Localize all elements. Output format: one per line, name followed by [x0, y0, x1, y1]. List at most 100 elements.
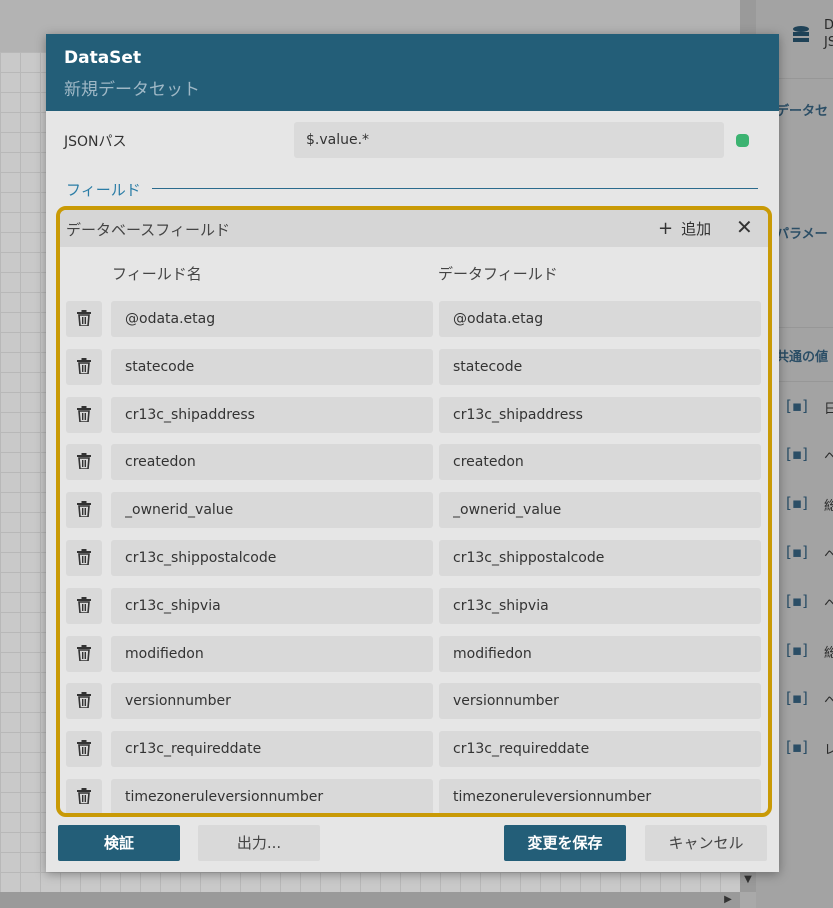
field-row: [60, 349, 768, 387]
trash-icon: [77, 692, 91, 708]
dataset-dialog: DataSet 新規データセット JSONパス フィールド データベースフィール…: [46, 34, 779, 872]
field-icon: [▪]: [786, 543, 808, 561]
delete-row-button[interactable]: [66, 588, 102, 624]
trash-icon: [77, 358, 91, 374]
horizontal-scrollbar[interactable]: [0, 892, 740, 908]
data-field-input[interactable]: [439, 636, 761, 672]
field-row: [60, 444, 768, 482]
data-field-input[interactable]: [439, 731, 761, 767]
divider: [776, 78, 833, 79]
validate-button[interactable]: 検証: [58, 825, 180, 861]
field-row: [60, 492, 768, 530]
common-value-item[interactable]: 総: [824, 642, 833, 661]
database-fields-panel: データベースフィールド + 追加 ✕ フィールド名 データフィールド: [56, 206, 772, 817]
field-name-input[interactable]: [111, 588, 433, 624]
data-field-input[interactable]: [439, 349, 761, 385]
section-common-values: 共通の値: [776, 350, 829, 365]
delete-row-button[interactable]: [66, 301, 102, 337]
delete-row-button[interactable]: [66, 683, 102, 719]
field-row: [60, 779, 768, 813]
delete-row-button[interactable]: [66, 444, 102, 480]
fields-section-label: フィールド: [66, 181, 141, 199]
field-icon: [▪]: [786, 494, 808, 512]
common-value-item[interactable]: ヘ: [824, 446, 833, 465]
close-icon[interactable]: ✕: [736, 215, 753, 239]
section-dataset: データセ: [776, 104, 829, 119]
common-value-item[interactable]: 総: [824, 495, 833, 514]
delete-row-button[interactable]: [66, 731, 102, 767]
json-path-input[interactable]: [294, 122, 724, 158]
trash-icon: [77, 549, 91, 565]
common-value-item[interactable]: 日: [824, 398, 833, 417]
field-icon: [▪]: [786, 592, 808, 610]
trash-icon: [77, 740, 91, 756]
field-row: [60, 636, 768, 674]
data-field-input[interactable]: [439, 683, 761, 719]
scroll-down-icon[interactable]: ▼: [740, 872, 756, 888]
panel-title: データベースフィールド: [66, 221, 230, 239]
add-field-button[interactable]: + 追加: [658, 218, 711, 239]
section-parameters: パラメー: [776, 227, 828, 242]
field-row: [60, 301, 768, 339]
data-field-input[interactable]: [439, 301, 761, 337]
plus-icon: +: [658, 218, 674, 239]
cancel-button[interactable]: キャンセル: [645, 825, 767, 861]
delete-row-button[interactable]: [66, 349, 102, 385]
datasource-name: D: [824, 18, 833, 33]
field-name-input[interactable]: [111, 349, 433, 385]
field-name-input[interactable]: [111, 397, 433, 433]
scroll-right-icon[interactable]: ▶: [720, 892, 736, 908]
data-field-input[interactable]: [439, 492, 761, 528]
data-field-input[interactable]: [439, 540, 761, 576]
field-name-input[interactable]: [111, 731, 433, 767]
field-icon: [▪]: [786, 689, 808, 707]
field-name-input[interactable]: [111, 492, 433, 528]
field-name-input[interactable]: [111, 636, 433, 672]
delete-row-button[interactable]: [66, 397, 102, 433]
column-header-data-field: データフィールド: [438, 265, 558, 283]
trash-icon: [77, 597, 91, 613]
trash-icon: [77, 310, 91, 326]
field-name-input[interactable]: [111, 540, 433, 576]
field-icon: [▪]: [786, 641, 808, 659]
common-value-item[interactable]: ヘ: [824, 544, 833, 563]
divider: [776, 327, 833, 328]
common-value-item[interactable]: ヘ: [824, 593, 833, 612]
field-icon: [▪]: [786, 445, 808, 463]
database-icon: [793, 26, 809, 42]
field-row: [60, 731, 768, 769]
datasource-type: JS: [824, 35, 833, 50]
trash-icon: [77, 406, 91, 422]
common-value-item[interactable]: ヘ: [824, 690, 833, 709]
field-name-input[interactable]: [111, 683, 433, 719]
field-name-input[interactable]: [111, 779, 433, 813]
trash-icon: [77, 645, 91, 661]
divider: [776, 381, 833, 382]
section-divider: [152, 188, 758, 189]
trash-icon: [77, 788, 91, 804]
panel-header: データベースフィールド + 追加 ✕: [60, 210, 768, 247]
field-row: [60, 397, 768, 435]
save-changes-button[interactable]: 変更を保存: [504, 825, 626, 861]
field-row: [60, 683, 768, 721]
delete-row-button[interactable]: [66, 636, 102, 672]
data-field-input[interactable]: [439, 444, 761, 480]
field-name-input[interactable]: [111, 301, 433, 337]
field-icon: [▪]: [786, 738, 808, 756]
field-name-input[interactable]: [111, 444, 433, 480]
trash-icon: [77, 453, 91, 469]
valid-status-indicator: [736, 134, 749, 147]
data-field-input[interactable]: [439, 588, 761, 624]
delete-row-button[interactable]: [66, 492, 102, 528]
export-button[interactable]: 出力...: [198, 825, 320, 861]
delete-row-button[interactable]: [66, 540, 102, 576]
delete-row-button[interactable]: [66, 779, 102, 813]
field-row: [60, 540, 768, 578]
data-field-input[interactable]: [439, 779, 761, 813]
add-field-label: 追加: [681, 220, 712, 238]
common-value-item[interactable]: レ: [824, 739, 833, 758]
data-field-input[interactable]: [439, 397, 761, 433]
json-path-label: JSONパス: [64, 134, 127, 150]
field-row: [60, 588, 768, 626]
column-header-field-name: フィールド名: [112, 265, 202, 283]
